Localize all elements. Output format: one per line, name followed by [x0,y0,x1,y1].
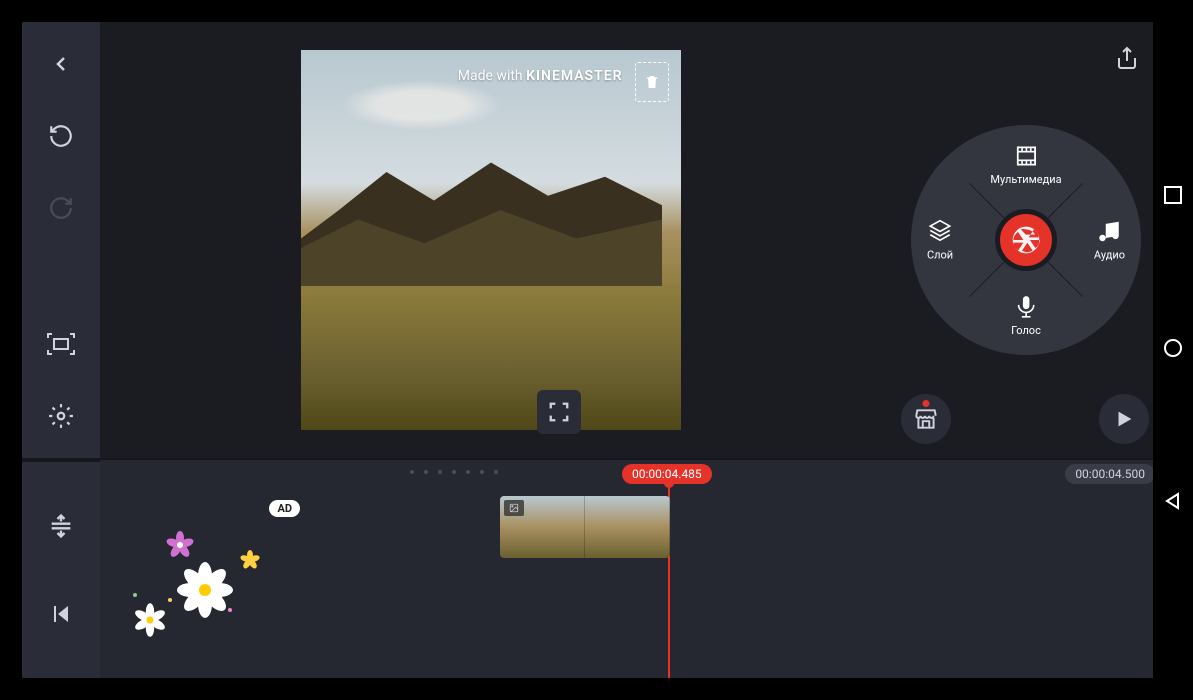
fullscreen-icon [548,401,570,423]
video-preview[interactable]: Made with KINEMASTER [301,50,681,430]
wheel-voice-label: Голос [1011,324,1041,337]
wheel-layer-label: Слой [927,249,953,262]
redo-icon [48,195,74,221]
wheel-media-label: Мультимедиа [990,173,1061,186]
wheel-voice-button[interactable]: Голос [1011,294,1041,337]
sticker-ad[interactable]: AD [120,500,300,650]
store-icon [913,406,939,432]
device-nav-bar [1153,0,1193,700]
play-button[interactable] [1099,394,1149,444]
settings-button[interactable] [37,392,85,440]
track-expand-icon [47,512,75,540]
media-icon [1013,143,1039,169]
store-button[interactable] [901,394,951,444]
nav-recents[interactable] [1164,186,1182,208]
timeline-toolbar [22,460,100,678]
preview-area: Made with KINEMASTER [100,22,881,458]
watermark-prefix: Made with [458,68,523,84]
timeline-track-area[interactable]: 00:00:04.485 00:00:04.500 AD [100,460,1171,678]
capture-button[interactable] [37,320,85,368]
nav-back[interactable] [1164,492,1182,514]
fullscreen-button[interactable] [537,390,581,434]
timeline: 00:00:04.485 00:00:04.500 AD [22,458,1171,678]
left-toolbar [22,22,100,458]
music-note-icon [1096,219,1122,245]
back-button[interactable] [37,40,85,88]
back-icon [49,52,73,76]
watermark-brand: KINEMASTER [526,68,622,84]
notification-dot [923,400,930,407]
wheel-audio-label: Аудио [1094,249,1125,262]
trash-icon [644,73,660,91]
play-icon [1113,408,1135,430]
image-icon [504,500,524,516]
microphone-icon [1013,294,1039,320]
flower-stickers [120,500,300,650]
skip-start-icon [49,602,73,626]
layer-icon [927,219,953,245]
undo-button[interactable] [37,112,85,160]
timeline-ticks [410,470,498,474]
media-wheel: Мультимедиа Слой Аудио Голос [911,125,1141,355]
wheel-shutter-button[interactable] [995,209,1057,271]
delete-button[interactable] [635,62,669,102]
watermark: Made with KINEMASTER [458,68,623,84]
share-button[interactable] [1105,36,1149,80]
duration-badge: 00:00:04.500 [1065,464,1155,484]
nav-home[interactable] [1164,339,1182,361]
video-clip[interactable] [500,496,670,558]
track-expand-button[interactable] [37,502,85,550]
skip-start-button[interactable] [37,590,85,638]
wheel-audio-button[interactable]: Аудио [1094,219,1125,262]
wheel-layer-button[interactable]: Слой [927,219,953,262]
capture-icon [46,332,76,356]
wheel-media-button[interactable]: Мультимедиа [990,143,1061,186]
undo-icon [48,123,74,149]
share-icon [1115,46,1139,70]
shutter-icon [1010,224,1042,256]
ad-badge: AD [269,500,300,517]
right-panel: Мультимедиа Слой Аудио Голос [881,22,1171,458]
redo-button[interactable] [37,184,85,232]
settings-icon [48,403,74,429]
